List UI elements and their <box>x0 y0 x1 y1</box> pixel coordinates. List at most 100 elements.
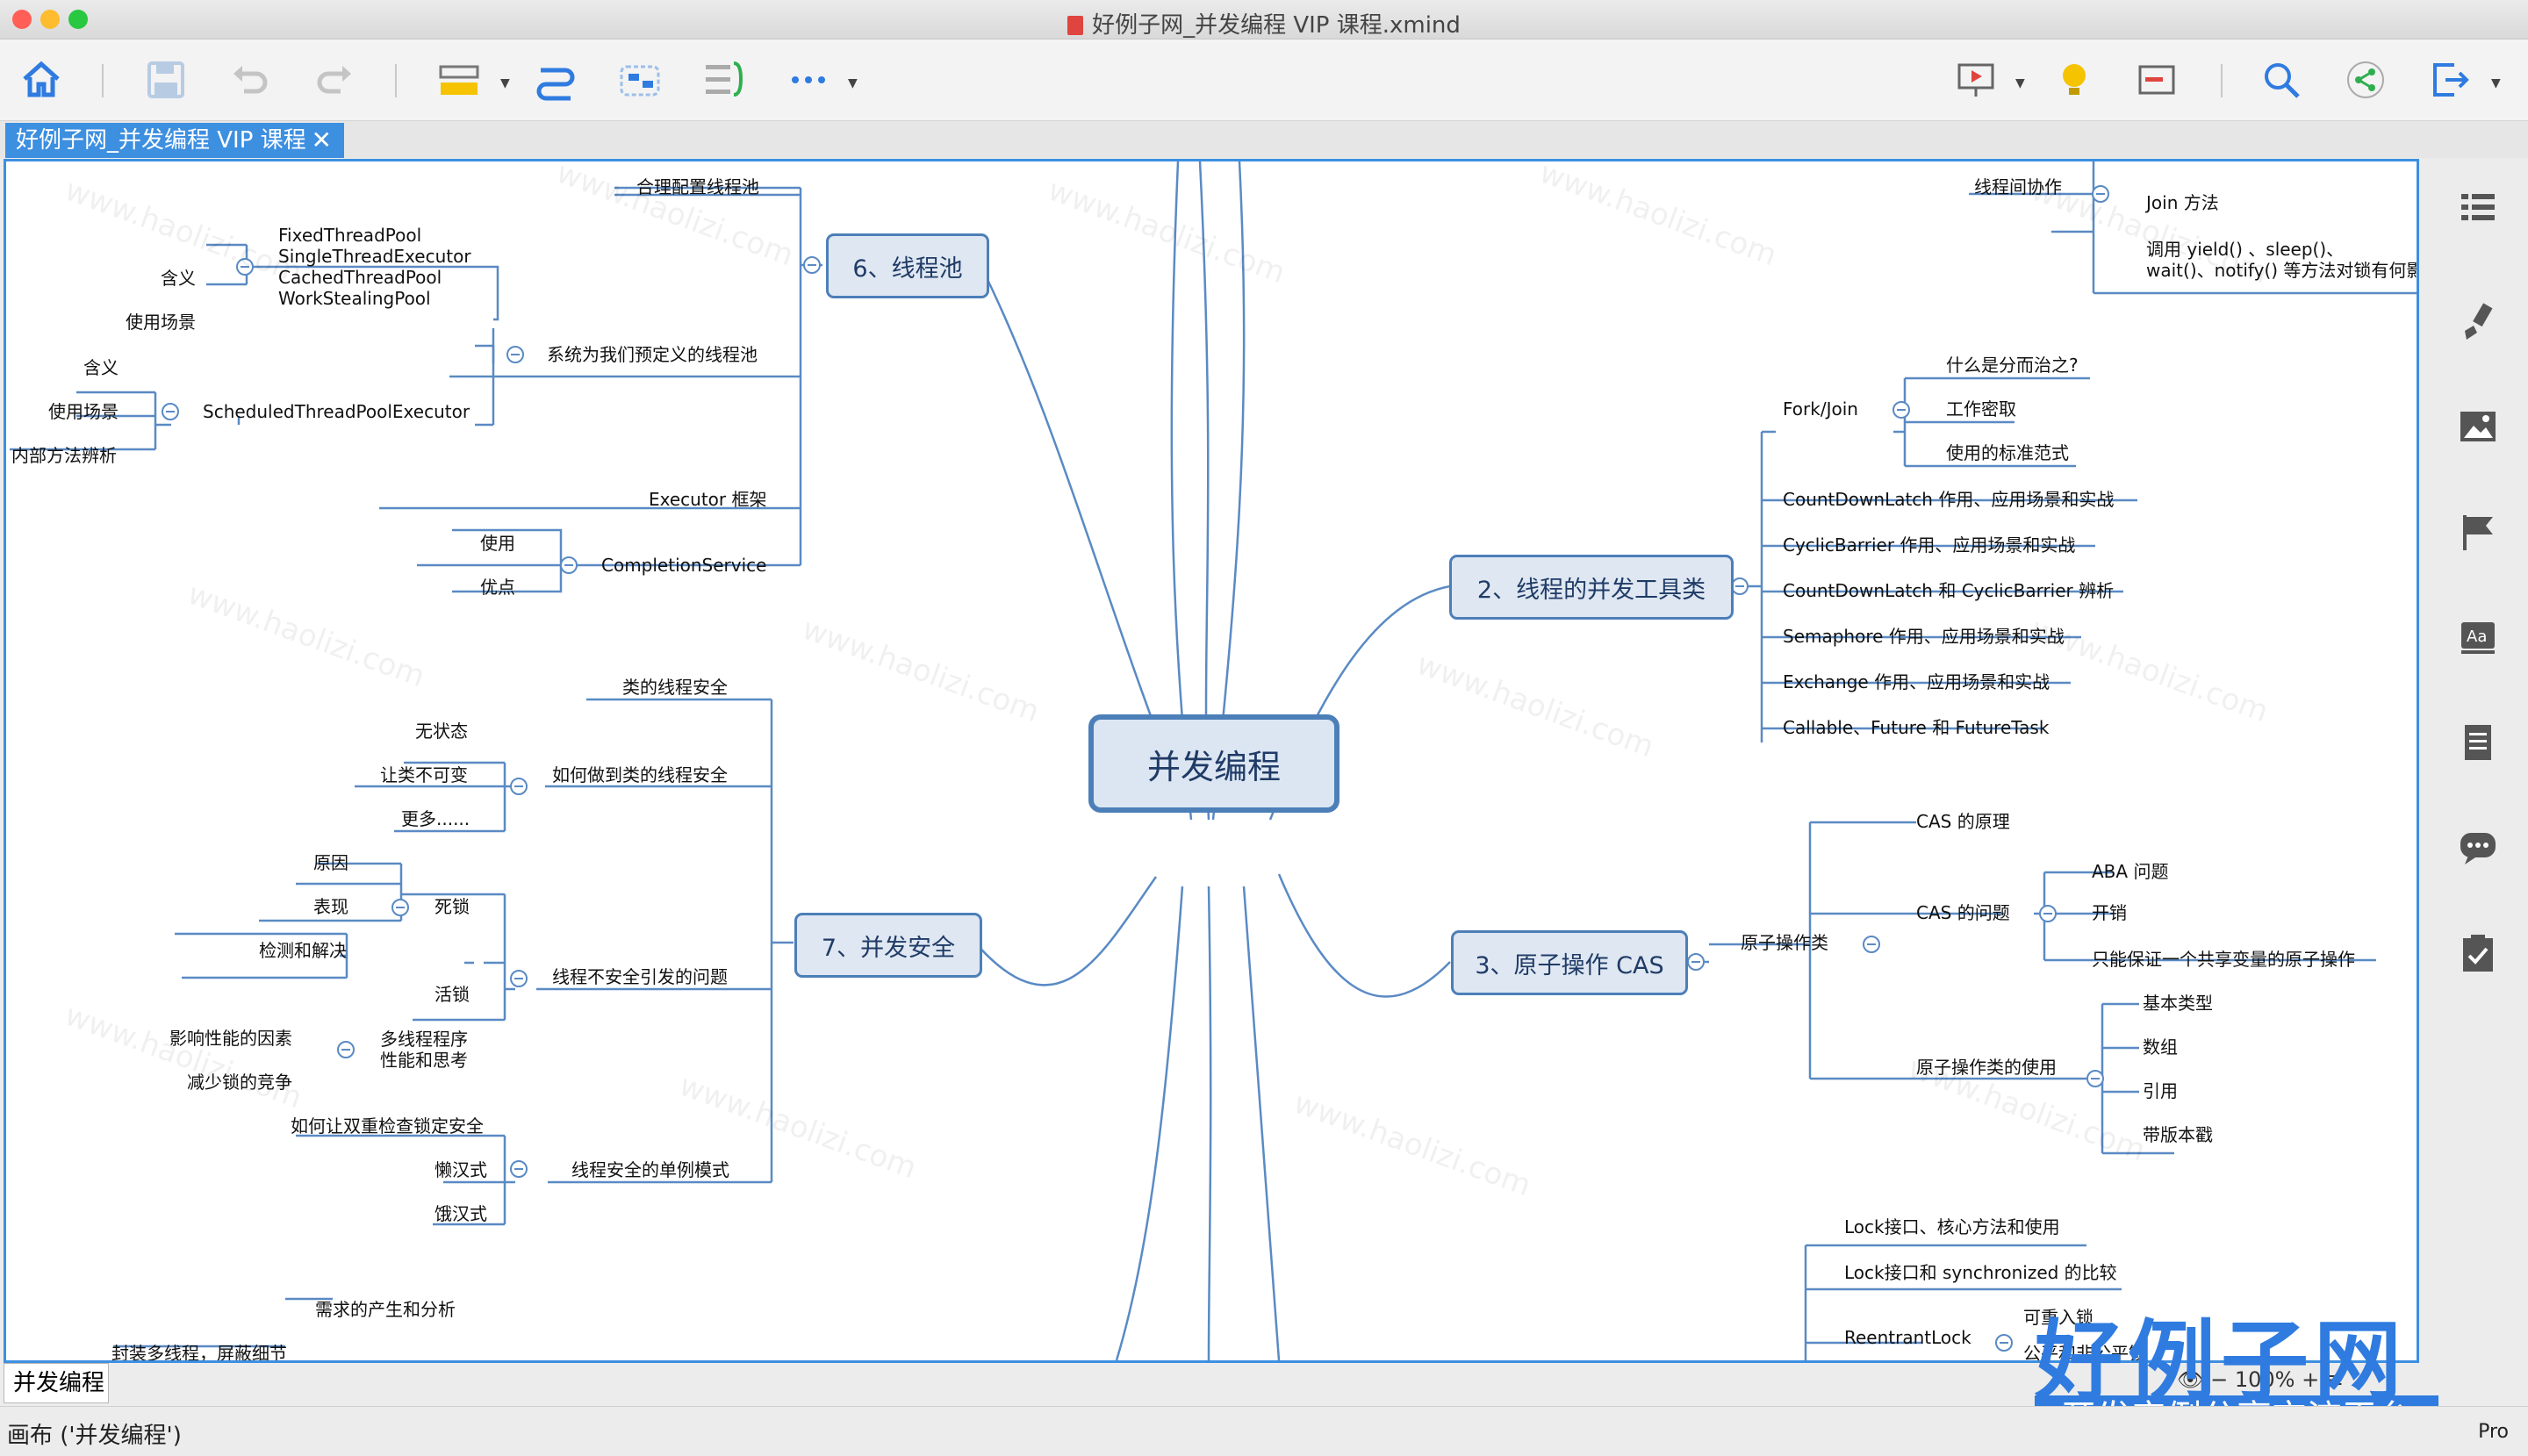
topic[interactable]: 如何做到类的线程安全 <box>552 764 728 785</box>
topic[interactable]: 如何让双重检查锁定安全 <box>291 1115 484 1137</box>
flag-icon[interactable] <box>2456 510 2500 554</box>
notes-icon[interactable] <box>2456 721 2500 764</box>
chevron-down-icon[interactable]: ▼ <box>848 76 858 90</box>
topic[interactable]: 原子操作类 <box>1741 932 1828 953</box>
export-icon[interactable] <box>2424 55 2475 104</box>
topic[interactable]: Fork/Join <box>1783 398 1858 420</box>
topic[interactable]: 封装多线程，屏蔽细节 <box>111 1343 287 1360</box>
topic[interactable]: 影响性能的因素 <box>169 1028 292 1049</box>
topic[interactable]: 带版本戳 <box>2143 1124 2213 1145</box>
topic[interactable]: 需求的产生和分析 <box>315 1299 456 1320</box>
topic[interactable]: 线程间协作 <box>1974 176 2062 197</box>
task-icon[interactable] <box>2456 931 2500 975</box>
sheet-tab[interactable]: 并发编程 <box>4 1363 109 1403</box>
topic[interactable]: Callable、Future 和 FutureTask <box>1783 717 2049 738</box>
topic[interactable]: 死锁 <box>434 896 470 917</box>
topic[interactable]: CountDownLatch 和 CyclicBarrier 辨析 <box>1783 580 2114 601</box>
topic[interactable]: 减少锁的竞争 <box>187 1072 292 1093</box>
topic-style-icon[interactable] <box>434 55 485 104</box>
topic[interactable]: Lock接口和 synchronized 的比较 <box>1844 1262 2117 1283</box>
chevron-down-icon[interactable]: ▼ <box>2015 76 2025 90</box>
topic[interactable]: 更多...... <box>401 808 470 829</box>
topic[interactable]: Semaphore 作用、应用场景和实战 <box>1783 626 2065 647</box>
topic[interactable]: 类的线程安全 <box>622 677 728 698</box>
topic[interactable]: 含义 <box>161 268 196 289</box>
topic[interactable]: ReentrantLock <box>1844 1327 1971 1348</box>
redo-icon[interactable] <box>309 55 360 104</box>
topic[interactable]: ScheduledThreadPoolExecutor <box>203 401 470 422</box>
relationship-icon[interactable] <box>530 55 581 104</box>
more-icon[interactable] <box>783 55 834 104</box>
outline-icon[interactable] <box>2131 55 2182 104</box>
topic[interactable]: 使用 <box>480 533 515 554</box>
outliner-icon[interactable] <box>2456 185 2500 229</box>
topic[interactable]: Join 方法 <box>2146 192 2219 213</box>
topic[interactable]: Exchange 作用、应用场景和实战 <box>1783 671 2050 692</box>
topic[interactable]: 合理配置线程池 <box>636 176 759 197</box>
topic[interactable]: 多线程程序 性能和思考 <box>380 1029 468 1071</box>
topic[interactable]: 无状态 <box>415 721 468 742</box>
topic[interactable]: CAS 的原理 <box>1916 811 2010 832</box>
chevron-down-icon[interactable]: ▼ <box>500 76 510 90</box>
home-icon[interactable] <box>16 55 67 104</box>
close-tab-icon[interactable]: ✕ <box>312 123 332 158</box>
topic[interactable]: CompletionService <box>601 555 766 576</box>
topic[interactable]: 数组 <box>2143 1036 2178 1058</box>
boundary-icon[interactable] <box>614 55 665 104</box>
topic[interactable]: 什么是分而治之? <box>1946 355 2079 376</box>
share-icon[interactable] <box>2340 55 2391 104</box>
topic[interactable]: 饿汉式 <box>434 1203 487 1224</box>
topic[interactable]: 检测和解决 <box>259 940 347 961</box>
topic[interactable]: 开销 <box>2092 902 2127 923</box>
topic[interactable]: CAS 的问题 <box>1916 902 2010 923</box>
mindmap-canvas[interactable]: www.haolizi.com www.haolizi.com www.haol… <box>4 159 2419 1363</box>
image-icon[interactable] <box>2456 405 2500 448</box>
topic[interactable]: 懒汉式 <box>434 1159 487 1180</box>
topic[interactable]: WorkStealingPool <box>278 288 431 309</box>
topic[interactable]: ABA 问题 <box>2092 861 2168 882</box>
topic[interactable]: 引用 <box>2143 1080 2178 1101</box>
idea-icon[interactable] <box>2049 55 2100 104</box>
branch-concurrency-tools[interactable]: 2、线程的并发工具类 <box>1449 555 1734 620</box>
branch-thread-pool[interactable]: 6、线程池 <box>826 233 989 298</box>
topic[interactable]: 含义 <box>83 357 118 378</box>
summary-icon[interactable] <box>699 55 750 104</box>
svg-text:Aa: Aa <box>2467 628 2487 646</box>
comment-icon[interactable] <box>2456 826 2500 870</box>
topic[interactable]: CyclicBarrier 作用、应用场景和实战 <box>1783 534 2075 556</box>
save-icon[interactable] <box>140 55 191 104</box>
topic[interactable]: 优点 <box>480 577 515 598</box>
topic[interactable]: 活锁 <box>434 984 470 1005</box>
topic[interactable]: 只能保证一个共享变量的原子操作 <box>2092 949 2355 970</box>
topic[interactable]: 让类不可变 <box>380 764 468 785</box>
topic[interactable]: FixedThreadPool <box>278 225 421 246</box>
topic[interactable]: 原因 <box>313 852 348 873</box>
topic[interactable]: Executor 框架 <box>649 489 767 510</box>
topic[interactable]: 使用的标准范式 <box>1946 442 2069 463</box>
topic[interactable]: 内部方法辨析 <box>11 445 117 466</box>
undo-icon[interactable] <box>225 55 276 104</box>
search-icon[interactable] <box>2256 55 2307 104</box>
branch-cas[interactable]: 3、原子操作 CAS <box>1451 930 1688 995</box>
topic[interactable]: CachedThreadPool <box>278 267 442 288</box>
central-topic[interactable]: 并发编程 <box>1088 714 1339 813</box>
topic[interactable]: SingleThreadExecutor <box>278 246 471 267</box>
document-tab[interactable]: 好例子网_并发编程 VIP 课程 ✕ <box>5 123 344 158</box>
topic[interactable]: 使用场景 <box>48 401 118 422</box>
topic[interactable]: 线程不安全引发的问题 <box>552 966 728 987</box>
branch-concurrency-safety[interactable]: 7、并发安全 <box>794 913 982 978</box>
topic[interactable]: Lock接口、核心方法和使用 <box>1844 1216 2060 1237</box>
topic[interactable]: 原子操作类的使用 <box>1916 1057 2057 1078</box>
presentation-icon[interactable] <box>1950 55 2001 104</box>
topic[interactable]: 使用场景 <box>126 312 196 333</box>
brush-icon[interactable] <box>2456 299 2500 343</box>
topic[interactable]: 线程安全的单例模式 <box>571 1159 729 1180</box>
topic[interactable]: 表现 <box>313 896 348 917</box>
text-format-icon[interactable]: Aa <box>2456 615 2500 659</box>
topic[interactable]: 调用 yield() 、sleep()、 wait()、notify() 等方法… <box>2146 239 2417 281</box>
chevron-down-icon[interactable]: ▼ <box>2491 76 2501 90</box>
topic[interactable]: 工作密取 <box>1946 398 2016 420</box>
topic[interactable]: 系统为我们预定义的线程池 <box>547 344 758 365</box>
topic[interactable]: 基本类型 <box>2143 993 2213 1014</box>
topic[interactable]: CountDownLatch 作用、应用场景和实战 <box>1783 489 2114 510</box>
